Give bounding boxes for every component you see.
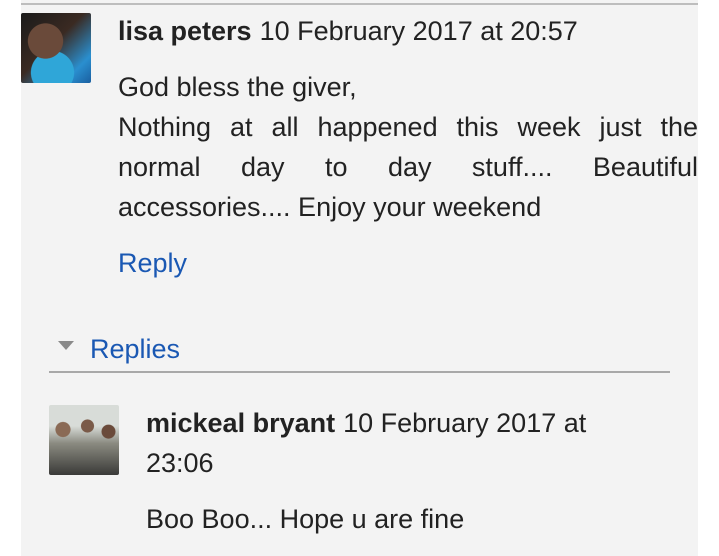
comment-body: God bless the giver, Nothing at all happ… xyxy=(118,67,698,227)
reply-timestamp[interactable]: 10 February 2017 at xyxy=(343,408,586,438)
avatar-mickeal-bryant[interactable] xyxy=(49,405,119,475)
comment-author[interactable]: lisa peters xyxy=(118,16,252,46)
comment-header: lisa peters 10 February 2017 at 20:57 xyxy=(118,11,578,51)
expand-triangle-icon[interactable] xyxy=(58,341,74,350)
reply-link[interactable]: Reply xyxy=(118,243,187,283)
reply-timestamp-time[interactable]: 23:06 xyxy=(146,443,686,483)
comment-timestamp[interactable]: 10 February 2017 at 20:57 xyxy=(260,16,578,46)
reply-header: mickeal bryant 10 February 2017 at 23:06 xyxy=(146,403,686,483)
comment-line-2: Nothing at all happened this week just t… xyxy=(118,112,698,222)
comment-line-1: God bless the giver, xyxy=(118,72,357,102)
reply-author[interactable]: mickeal bryant xyxy=(146,408,335,438)
replies-divider xyxy=(49,371,670,373)
avatar-lisa-peters[interactable] xyxy=(21,13,91,83)
replies-toggle[interactable]: Replies xyxy=(90,329,180,369)
top-divider xyxy=(21,3,698,5)
reply-body: Boo Boo... Hope u are fine xyxy=(146,504,465,534)
